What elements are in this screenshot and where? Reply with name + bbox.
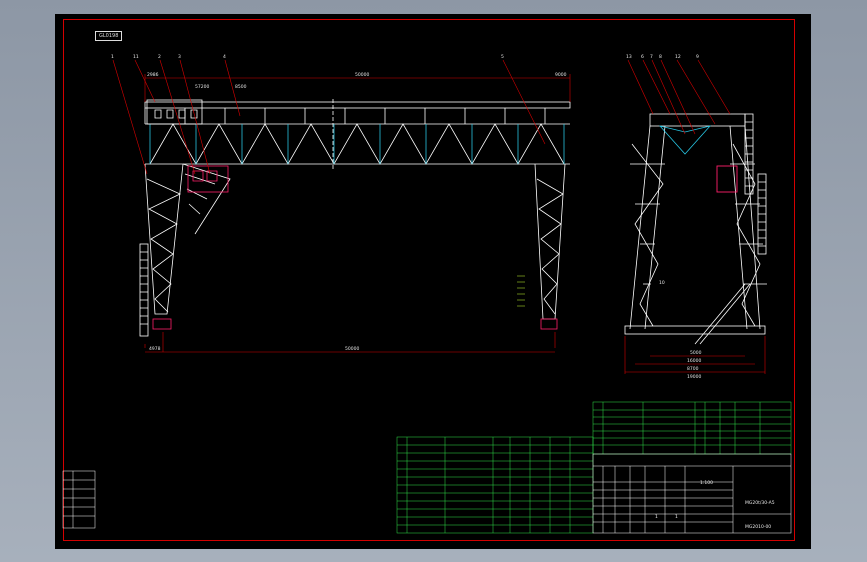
girder-verticals	[149, 124, 565, 164]
dim-right: 9000	[555, 72, 567, 78]
top-rail	[144, 101, 571, 109]
svg-text:9: 9	[696, 54, 699, 60]
svg-text:4: 4	[223, 54, 226, 60]
svg-text:5: 5	[501, 54, 504, 60]
side-dim-base: 16000	[687, 358, 701, 364]
right-foot	[540, 318, 558, 330]
svg-text:10: 10	[659, 280, 665, 286]
svg-text:3: 3	[178, 54, 181, 60]
front-view	[112, 59, 571, 353]
right-leg	[534, 163, 566, 320]
side-brace	[694, 283, 751, 345]
svg-text:13: 13	[626, 54, 632, 60]
dim-bottom-left: 4978	[149, 346, 161, 352]
parts-list-upper	[592, 401, 792, 455]
side-dim-outer: 19000	[687, 374, 701, 380]
title-block	[592, 453, 792, 534]
svg-text:1: 1	[111, 54, 114, 60]
side-base-beam	[624, 325, 766, 335]
svg-text:7: 7	[650, 54, 653, 60]
svg-text:8: 8	[659, 54, 662, 60]
title-sheet: 1	[655, 514, 658, 520]
svg-text:12: 12	[675, 54, 681, 60]
left-leg	[144, 163, 231, 315]
girder-truss	[149, 123, 565, 165]
left-ladder	[139, 243, 149, 337]
svg-text:6: 6	[641, 54, 644, 60]
crane-drawing: 50000 2986 9000 57200 8500 4978 50000 1 …	[62, 54, 792, 534]
cad-viewport[interactable]: GL0198 50000 2986 9000 57200 8500 4978 5…	[55, 14, 811, 549]
title-scale: 1:100	[700, 480, 713, 486]
dim-span: 50000	[355, 72, 369, 78]
dim-top-mid: 57200	[195, 84, 209, 90]
side-view	[624, 113, 767, 345]
dimension-lines	[112, 59, 571, 353]
title-drawing-name: MG20t/30-A5	[745, 500, 775, 506]
dim-bottom-span: 50000	[345, 346, 359, 352]
title-drawing-no: MG2010-00	[745, 524, 771, 530]
side-dimension-lines	[624, 59, 766, 374]
side-dim-inner: 5000	[690, 350, 702, 356]
weld-annotation	[517, 275, 525, 307]
side-balloons: 13 6 7 8 12 9 10	[626, 54, 699, 286]
revision-box	[62, 470, 96, 529]
left-foot	[152, 318, 172, 330]
side-dim-mid: 8700	[687, 366, 699, 372]
dim-top-right: 8500	[235, 84, 247, 90]
front-balloons: 1 11 2 3 4 5	[111, 54, 504, 60]
parts-list-lower	[396, 436, 594, 534]
svg-text:11: 11	[133, 54, 139, 60]
dim-left: 2986	[147, 72, 159, 78]
svg-text:2: 2	[158, 54, 161, 60]
title-sheets-total: 1	[675, 514, 678, 520]
